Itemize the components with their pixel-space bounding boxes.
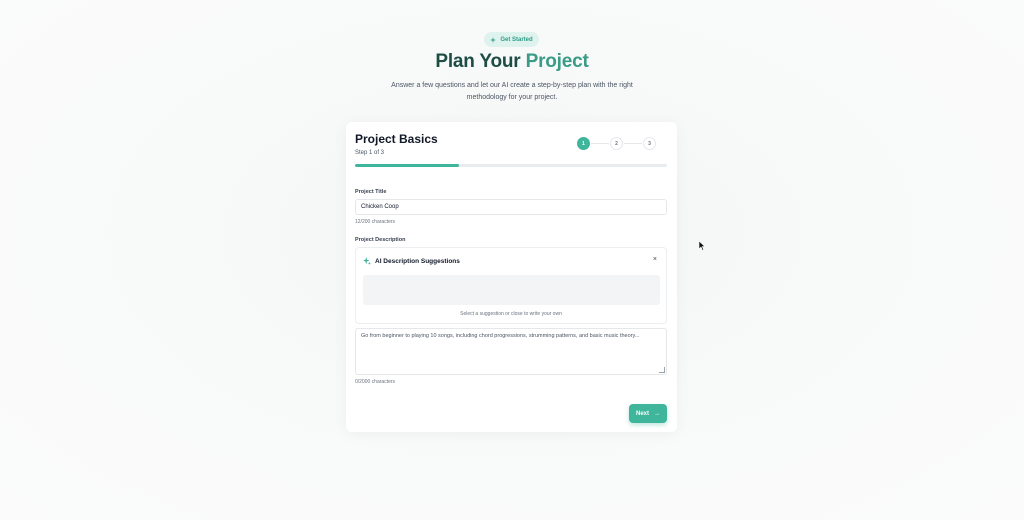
badge-label: Get Started [500, 36, 533, 43]
step-3[interactable]: 3 [643, 137, 656, 150]
project-description-textarea[interactable]: Go from beginner to playing 10 songs, in… [355, 328, 667, 375]
sparkle-icon [490, 36, 497, 43]
step-connector [624, 143, 642, 144]
page-subtitle: Answer a few questions and let our AI cr… [391, 82, 633, 101]
sparkle-icon [363, 257, 371, 265]
progress-bar [355, 164, 667, 167]
arrow-right-icon: → [654, 410, 660, 417]
project-form-card: Project Basics Step 1 of 3 1 2 3 Project… [346, 122, 677, 432]
step-1[interactable]: 1 [577, 137, 590, 150]
suggestions-note: Select a suggestion or close to write yo… [460, 311, 562, 317]
card-title: Project Basics [355, 132, 438, 146]
next-button-label: Next [635, 410, 649, 417]
get-started-badge: Get Started [484, 32, 539, 47]
progress-fill [355, 164, 459, 167]
step-connector [591, 143, 609, 144]
resize-handle-icon[interactable] [659, 367, 665, 373]
title-char-counter: 12/200 characters [355, 219, 396, 225]
suggestion-loading-placeholder [363, 275, 660, 305]
ai-suggestions-panel: AI Description Suggestions × Select a su… [355, 247, 667, 324]
page-title: Plan Your Project [0, 51, 1024, 73]
stepper: 1 2 3 [577, 137, 656, 150]
project-title-label: Project Title [355, 189, 387, 195]
suggestions-heading: AI Description Suggestions [375, 257, 460, 265]
description-char-counter: 0/2000 characters [355, 379, 396, 385]
mouse-cursor-icon [699, 241, 706, 251]
page: Get Started Plan Your Project Answer a f… [0, 0, 1024, 520]
next-button[interactable]: Next → [629, 404, 667, 423]
close-icon[interactable]: × [653, 256, 657, 263]
suggestions-header: AI Description Suggestions [363, 257, 460, 265]
step-2[interactable]: 2 [610, 137, 623, 150]
description-placeholder: Go from beginner to playing 10 songs, in… [361, 333, 640, 339]
project-description-label: Project Description [355, 237, 406, 243]
title-accent: Project [525, 51, 589, 72]
step-indicator-text: Step 1 of 3 [355, 150, 385, 156]
title-main: Plan Your [435, 51, 526, 72]
project-title-input[interactable]: Chicken Coop [355, 199, 667, 215]
